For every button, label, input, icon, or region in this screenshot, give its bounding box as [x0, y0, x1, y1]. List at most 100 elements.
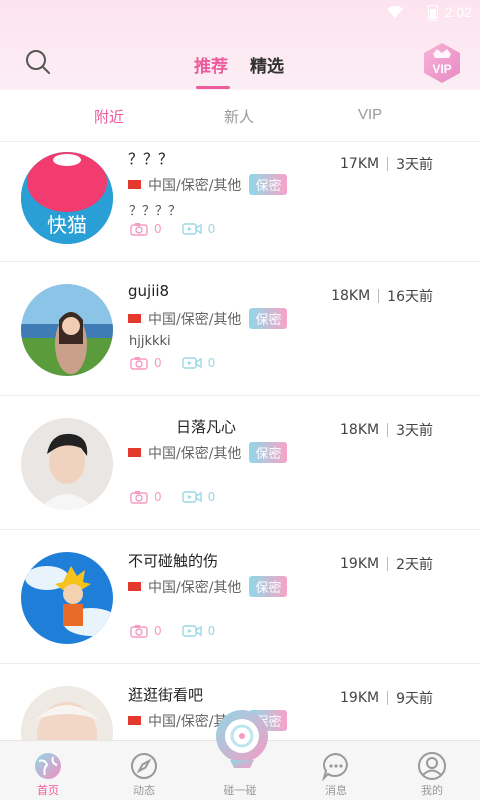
- china-flag-icon: [128, 448, 141, 457]
- avatar-image: 快猫: [21, 152, 113, 244]
- china-flag-icon: [128, 180, 141, 189]
- china-flag-icon: [128, 314, 141, 323]
- user-location: 中国/保密/其他 保密: [128, 174, 288, 195]
- camera-icon: [130, 491, 148, 504]
- user-location: 中国/保密/其他 保密: [128, 308, 288, 329]
- user-stats: 0 0: [130, 624, 215, 638]
- location-text: 中国/保密/其他: [148, 445, 242, 462]
- user-name: gujii8: [128, 282, 170, 300]
- user-stats: 0 0: [130, 356, 215, 370]
- battery-icon: [428, 5, 438, 21]
- meta-divider: [387, 691, 389, 705]
- avatar[interactable]: [21, 686, 113, 740]
- nav-bump-label: 碰一碰: [223, 784, 257, 797]
- nav-moments[interactable]: 动态: [96, 741, 192, 800]
- photo-count: 0: [154, 222, 162, 236]
- subtab-new[interactable]: 新人: [224, 106, 254, 127]
- video-icon: [181, 223, 202, 235]
- avatar[interactable]: [21, 284, 113, 376]
- meta-divider: [387, 157, 389, 171]
- distance: 18KM: [340, 422, 380, 438]
- active-tab-indicator: [196, 86, 230, 89]
- location-text: 中国/保密/其他: [148, 311, 242, 328]
- video-icon: [181, 491, 202, 503]
- user-icon: [418, 752, 446, 780]
- last-active: 3天前: [396, 157, 433, 173]
- status-bar: 2:02: [0, 0, 480, 26]
- china-flag-icon: [128, 716, 141, 725]
- last-active: 16天前: [387, 289, 433, 305]
- tab-recommend[interactable]: 推荐: [194, 52, 228, 77]
- user-list: 快猫 ？？？ 中国/保密/其他 保密 ？？？？ 0 0 17KM 3天前 guj…: [0, 142, 480, 740]
- avatar[interactable]: 快猫: [21, 152, 113, 244]
- tab-featured[interactable]: 精选: [250, 52, 284, 77]
- user-bio: ？？？？: [129, 204, 182, 219]
- user-meta: 18KM 3天前: [340, 420, 433, 440]
- user-meta: 17KM 3天前: [340, 154, 433, 174]
- subtab-nearby[interactable]: 附近: [94, 106, 124, 127]
- sub-tabs: 附近 新人 VIP: [0, 90, 480, 142]
- user-location: 中国/保密/其他 保密: [128, 442, 288, 463]
- list-item[interactable]: gujii8 中国/保密/其他 保密 hjjkkki 0 0 18KM 16天前: [0, 262, 480, 396]
- photo-count: 0: [154, 624, 162, 638]
- distance: 17KM: [340, 156, 380, 172]
- nav-moments-label: 动态: [133, 784, 155, 797]
- user-meta: 18KM 16天前: [331, 286, 433, 306]
- list-item[interactable]: 不可碰触的伤 中国/保密/其他 保密 0 0 19KM 2天前: [0, 530, 480, 664]
- avatar-image: [21, 686, 113, 740]
- secret-badge: 保密: [249, 308, 288, 329]
- nav-home-label: 首页: [37, 784, 59, 797]
- china-flag-icon: [128, 582, 141, 591]
- search-icon[interactable]: [24, 48, 52, 76]
- status-time: 2:02: [444, 4, 472, 20]
- user-location: 中国/保密/其他 保密: [128, 576, 288, 597]
- camera-icon: [130, 625, 148, 638]
- vip-badge-text: VIP: [432, 62, 451, 76]
- user-meta: 19KM 2天前: [340, 554, 433, 574]
- last-active: 3天前: [396, 423, 433, 439]
- location-text: 中国/保密/其他: [148, 579, 242, 596]
- compass-icon: [131, 753, 157, 779]
- wifi-icon: [387, 6, 403, 18]
- last-active: 2天前: [396, 557, 433, 573]
- user-meta: 19KM 9天前: [340, 688, 433, 708]
- avatar-image: [21, 418, 113, 510]
- subtab-vip[interactable]: VIP: [358, 106, 382, 123]
- user-stats: 0 0: [130, 490, 215, 504]
- nav-home[interactable]: 首页: [0, 741, 96, 800]
- distance: 18KM: [331, 288, 371, 304]
- globe-icon: [35, 753, 61, 779]
- video-count: 0: [207, 356, 216, 370]
- video-count: 0: [207, 222, 216, 236]
- list-item[interactable]: 快猫 ？？？ 中国/保密/其他 保密 ？？？？ 0 0 17KM 3天前: [0, 142, 480, 262]
- video-icon: [181, 625, 202, 637]
- camera-icon: [130, 357, 148, 370]
- nav-profile-label: 我的: [421, 784, 443, 797]
- photo-count: 0: [154, 356, 162, 370]
- user-name: 逛逛街看吧: [128, 686, 204, 704]
- chat-icon: [322, 752, 348, 781]
- location-text: 中国/保密/其他: [148, 177, 242, 194]
- distance: 19KM: [340, 690, 380, 706]
- user-bio: hjjkkki: [129, 334, 171, 349]
- list-item[interactable]: 日落凡心 中国/保密/其他 保密 0 0 18KM 3天前: [0, 396, 480, 530]
- avatar-image: [21, 284, 113, 376]
- meta-divider: [378, 289, 380, 303]
- nav-profile[interactable]: 我的: [384, 741, 480, 800]
- video-count: 0: [207, 624, 216, 638]
- meta-divider: [387, 557, 389, 571]
- distance: 19KM: [340, 556, 380, 572]
- camera-icon: [130, 223, 148, 236]
- avatar[interactable]: [21, 418, 113, 510]
- radar-icon[interactable]: [210, 704, 274, 776]
- meta-divider: [387, 423, 389, 437]
- nav-messages[interactable]: 消息: [288, 741, 384, 800]
- secret-badge: 保密: [249, 442, 288, 463]
- video-count: 0: [207, 490, 216, 504]
- video-icon: [181, 357, 202, 369]
- avatar[interactable]: [21, 552, 113, 644]
- user-name: ？？？: [128, 150, 174, 168]
- avatar-image: [21, 552, 113, 644]
- user-name: 日落凡心: [176, 418, 237, 436]
- vip-badge-icon[interactable]: VIP: [419, 40, 465, 86]
